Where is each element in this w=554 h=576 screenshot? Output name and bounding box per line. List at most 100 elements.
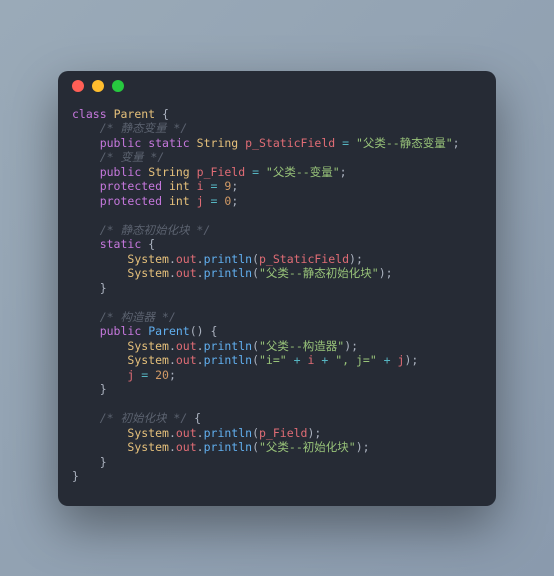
paren: ); <box>379 266 393 280</box>
paren: ( <box>252 252 259 266</box>
method: println <box>204 440 252 454</box>
brace: } <box>72 469 79 483</box>
keyword: public <box>100 165 142 179</box>
identifier: p_Field <box>197 165 245 179</box>
paren: ); <box>404 353 418 367</box>
semicolon: ; <box>231 179 238 193</box>
brace: } <box>100 382 107 396</box>
paren: ); <box>349 252 363 266</box>
paren: ); <box>356 440 370 454</box>
constructor: Parent <box>148 324 190 338</box>
type: int <box>169 194 190 208</box>
brace: } <box>100 281 107 295</box>
code-window: class Parent { /* 静态变量 */ public static … <box>58 71 496 506</box>
paren: ( <box>252 440 259 454</box>
paren: ( <box>252 339 259 353</box>
string: "i=" <box>259 353 287 367</box>
dot: . <box>197 252 204 266</box>
class-ref: System <box>127 426 169 440</box>
field: out <box>176 339 197 353</box>
argument: p_StaticField <box>259 252 349 266</box>
string: "父类--静态初始化块" <box>259 266 379 280</box>
keyword: static <box>148 136 190 150</box>
field: out <box>176 252 197 266</box>
string: "父类--构造器" <box>259 339 344 353</box>
paren: ( <box>252 266 259 280</box>
operator: = <box>134 368 155 382</box>
class-ref: System <box>127 266 169 280</box>
titlebar <box>58 71 496 101</box>
method: println <box>204 353 252 367</box>
keyword-class: class <box>72 107 107 121</box>
argument: p_Field <box>259 426 307 440</box>
dot: . <box>169 266 176 280</box>
dot: . <box>169 440 176 454</box>
field: out <box>176 353 197 367</box>
method: println <box>204 252 252 266</box>
field: out <box>176 440 197 454</box>
type: String <box>197 136 239 150</box>
close-icon[interactable] <box>72 80 84 92</box>
dot: . <box>197 339 204 353</box>
class-ref: System <box>127 252 169 266</box>
semicolon: ; <box>231 194 238 208</box>
class-ref: System <box>127 339 169 353</box>
comment: /* 静态变量 */ <box>100 121 188 135</box>
brace: { <box>187 411 201 425</box>
operator: = <box>335 136 356 150</box>
keyword: protected <box>100 179 162 193</box>
brace: { <box>155 107 169 121</box>
comment: /* 初始化块 */ <box>100 411 188 425</box>
dot: . <box>169 252 176 266</box>
operator: = <box>204 179 225 193</box>
method: println <box>204 339 252 353</box>
code-block: class Parent { /* 静态变量 */ public static … <box>58 101 496 506</box>
type: String <box>148 165 190 179</box>
operator: = <box>245 165 266 179</box>
field: out <box>176 426 197 440</box>
parens: () { <box>190 324 218 338</box>
type: int <box>169 179 190 193</box>
semicolon: ; <box>340 165 347 179</box>
minimize-icon[interactable] <box>92 80 104 92</box>
method: println <box>204 266 252 280</box>
maximize-icon[interactable] <box>112 80 124 92</box>
dot: . <box>197 266 204 280</box>
identifier: j <box>197 194 204 208</box>
brace: } <box>100 455 107 469</box>
dot: . <box>169 339 176 353</box>
comment: /* 静态初始化块 */ <box>100 223 211 237</box>
operator: = <box>204 194 225 208</box>
paren: ( <box>252 353 259 367</box>
number: 20 <box>155 368 169 382</box>
string: "父类--初始化块" <box>259 440 356 454</box>
comment: /* 构造器 */ <box>100 310 176 324</box>
dot: . <box>169 426 176 440</box>
field: out <box>176 266 197 280</box>
string: "父类--变量" <box>266 165 340 179</box>
semicolon: ; <box>453 136 460 150</box>
dot: . <box>169 353 176 367</box>
class-ref: System <box>127 440 169 454</box>
operator: + <box>377 353 398 367</box>
method: println <box>204 426 252 440</box>
dot: . <box>197 440 204 454</box>
identifier: p_StaticField <box>245 136 335 150</box>
dot: . <box>197 426 204 440</box>
keyword: public <box>100 136 142 150</box>
paren: ); <box>307 426 321 440</box>
paren: ( <box>252 426 259 440</box>
comment: /* 变量 */ <box>100 150 165 164</box>
keyword: public <box>100 324 142 338</box>
brace: { <box>141 237 155 251</box>
keyword: static <box>100 237 142 251</box>
string: "父类--静态变量" <box>356 136 453 150</box>
operator: + <box>287 353 308 367</box>
dot: . <box>197 353 204 367</box>
keyword: protected <box>100 194 162 208</box>
semicolon: ; <box>169 368 176 382</box>
string: ", j=" <box>335 353 377 367</box>
identifier: i <box>197 179 204 193</box>
operator: + <box>314 353 335 367</box>
class-ref: System <box>127 353 169 367</box>
